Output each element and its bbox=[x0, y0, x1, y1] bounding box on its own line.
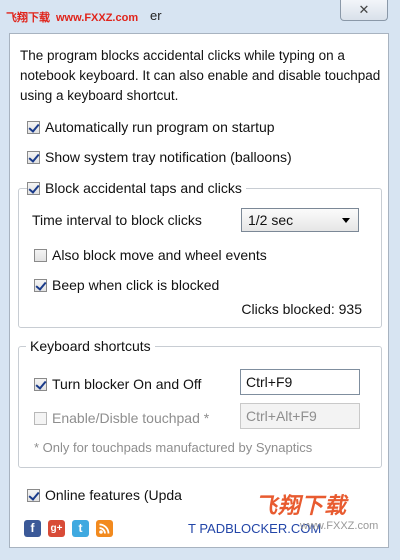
watermark-url: www.FXXZ.com bbox=[300, 520, 379, 532]
rss-glyph bbox=[99, 523, 110, 534]
tray-notification-checkbox[interactable]: Show system tray notification (balloons) bbox=[27, 148, 292, 166]
toggle-blocker-shortcut-input[interactable]: Ctrl+F9 bbox=[240, 369, 360, 395]
toggle-blocker-checkbox[interactable]: Turn blocker On and Off bbox=[34, 375, 201, 393]
title-bar: 飞翔下载 www.FXXZ.com er ✕ bbox=[0, 0, 400, 32]
clicks-blocked-count: Clicks blocked: 935 bbox=[241, 301, 362, 317]
rss-icon[interactable] bbox=[96, 520, 113, 537]
description-text: The program blocks accidental clicks whi… bbox=[20, 48, 381, 103]
checkbox-box[interactable] bbox=[34, 412, 47, 425]
touchpad-checkbox[interactable]: Enable/Disble touchpad * bbox=[34, 409, 209, 427]
chevron-down-icon bbox=[342, 218, 350, 223]
watermark-site-name: 飞翔下载 www.FXXZ.com bbox=[6, 12, 139, 24]
synaptics-footnote: * Only for touchpads manufactured by Syn… bbox=[34, 440, 313, 455]
google-plus-icon[interactable]: g+ bbox=[48, 520, 65, 537]
shortcuts-group-label: Keyboard shortcuts bbox=[26, 338, 155, 354]
beep-checkbox[interactable]: Beep when click is blocked bbox=[34, 276, 219, 294]
online-features-checkbox[interactable]: Online features (Upda bbox=[27, 486, 182, 504]
block-clicks-checkbox[interactable]: Block accidental taps and clicks bbox=[27, 179, 246, 197]
checkbox-box[interactable] bbox=[27, 182, 40, 195]
settings-panel: The program blocks accidental clicks whi… bbox=[9, 33, 389, 548]
checkbox-box[interactable] bbox=[27, 489, 40, 502]
checkbox-box[interactable] bbox=[27, 151, 40, 164]
checkbox-box[interactable] bbox=[34, 249, 47, 262]
interval-label: Time interval to block clicks bbox=[32, 212, 202, 228]
twitter-icon[interactable]: t bbox=[72, 520, 89, 537]
facebook-icon[interactable]: f bbox=[24, 520, 41, 537]
interval-select[interactable]: 1/2 sec bbox=[241, 208, 359, 232]
close-button[interactable]: ✕ bbox=[340, 0, 388, 21]
checkbox-box[interactable] bbox=[34, 279, 47, 292]
checkbox-box[interactable] bbox=[34, 378, 47, 391]
touchpad-shortcut-input[interactable]: Ctrl+Alt+F9 bbox=[240, 403, 360, 429]
move-wheel-checkbox[interactable]: Also block move and wheel events bbox=[34, 246, 267, 264]
window-title: er bbox=[150, 8, 162, 23]
watermark-logo: 飞翔下载 bbox=[255, 493, 348, 518]
checkbox-box[interactable] bbox=[27, 121, 40, 134]
autorun-checkbox[interactable]: Automatically run program on startup bbox=[27, 118, 275, 136]
